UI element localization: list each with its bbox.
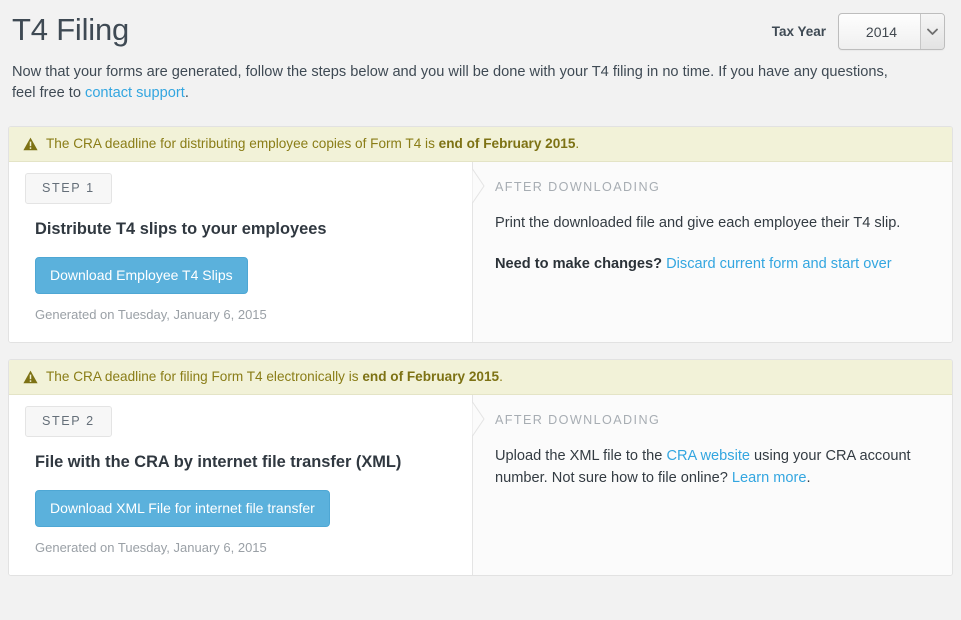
step-1-change-prompt-label: Need to make changes? (495, 256, 663, 272)
step-1-deadline-notice: The CRA deadline for distributing employ… (9, 127, 952, 162)
step-1-tab: STEP 1 (25, 173, 112, 204)
notice-text: The CRA deadline for filing Form T4 elec… (46, 369, 503, 384)
warning-triangle-icon (23, 370, 38, 384)
intro-text-after: . (184, 85, 189, 101)
tax-year-label: Tax Year (771, 24, 826, 39)
notice-text-after: . (575, 136, 580, 151)
step-2-generated-text: Generated on Tuesday, January 6, 2015 (35, 540, 267, 555)
tax-year-select[interactable]: 2014 (838, 13, 945, 50)
download-xml-file-button[interactable]: Download XML File for internet file tran… (35, 490, 330, 527)
step-1-right-panel: AFTER DOWNLOADING Print the downloaded f… (472, 162, 952, 342)
step-2-tab: STEP 2 (25, 406, 112, 437)
chevron-down-icon[interactable] (920, 14, 944, 49)
notice-text-before: The CRA deadline for distributing employ… (46, 136, 439, 151)
step-2-right-panel: AFTER DOWNLOADING Upload the XML file to… (472, 395, 952, 575)
notice-text-after: . (499, 369, 503, 384)
divider-chevron-icon (472, 166, 487, 206)
step-2-body-before: Upload the XML file to the (495, 448, 667, 464)
step-1-title: Distribute T4 slips to your employees (35, 220, 327, 238)
step-1-after-downloading-body: Print the downloaded file and give each … (495, 215, 901, 231)
warning-triangle-icon (23, 137, 38, 151)
step-2-left-panel: STEP 2 File with the CRA by internet fil… (9, 395, 473, 575)
divider-chevron-icon (472, 399, 487, 439)
notice-text-bold: end of February 2015 (438, 136, 576, 151)
t4-filing-page: T4 Filing Tax Year 2014 Now that your fo… (0, 0, 961, 620)
intro-paragraph: Now that your forms are generated, follo… (8, 62, 916, 104)
step-2-after-downloading-body: Upload the XML file to the CRA website u… (495, 445, 915, 489)
cra-website-link[interactable]: CRA website (666, 448, 750, 464)
notice-text-before: The CRA deadline for filing Form T4 elec… (46, 369, 363, 384)
contact-support-link[interactable]: contact support (85, 85, 185, 101)
step-1-after-downloading-heading: AFTER DOWNLOADING (495, 180, 661, 194)
step-2-card: The CRA deadline for filing Form T4 elec… (8, 359, 953, 576)
notice-text: The CRA deadline for distributing employ… (46, 136, 579, 151)
step-2-body-after: . (806, 470, 811, 486)
step-2-body: STEP 2 File with the CRA by internet fil… (9, 395, 952, 575)
page-header: T4 Filing Tax Year 2014 (8, 0, 953, 62)
step-2-after-downloading-heading: AFTER DOWNLOADING (495, 413, 661, 427)
step-1-card: The CRA deadline for distributing employ… (8, 126, 953, 343)
step-1-generated-text: Generated on Tuesday, January 6, 2015 (35, 307, 267, 322)
tax-year-control: Tax Year 2014 (772, 13, 945, 50)
notice-text-bold: end of February 2015 (362, 369, 500, 384)
discard-form-link[interactable]: Discard current form and start over (666, 256, 891, 272)
download-employee-t4-slips-button[interactable]: Download Employee T4 Slips (35, 257, 248, 294)
step-1-body: STEP 1 Distribute T4 slips to your emplo… (9, 162, 952, 342)
page-title: T4 Filing (12, 12, 130, 47)
step-2-deadline-notice: The CRA deadline for filing Form T4 elec… (9, 360, 952, 395)
learn-more-link[interactable]: Learn more (732, 470, 807, 486)
step-1-left-panel: STEP 1 Distribute T4 slips to your emplo… (9, 162, 473, 342)
step-1-change-prompt: Need to make changes? Discard current fo… (495, 253, 915, 275)
step-2-title: File with the CRA by internet file trans… (35, 453, 402, 471)
